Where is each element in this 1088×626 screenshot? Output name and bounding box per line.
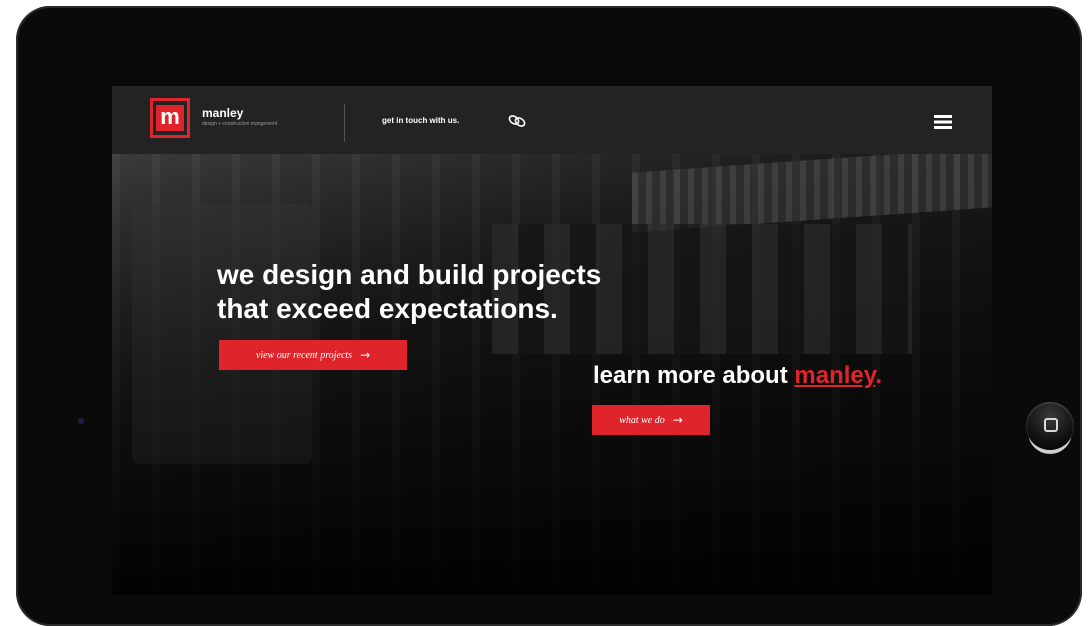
hero-headline: we design and build projects that exceed… [217,258,601,326]
headline-line-2: that exceed expectations. [217,293,558,324]
learn-manley-link[interactable]: manley [794,362,875,389]
brand-tagline: design + construction mangement [202,121,278,127]
arrow-right-icon: → [672,413,683,427]
top-navbar: m manley design + construction mangement… [112,86,992,154]
headline-line-1: we design and build projects [217,259,602,290]
learn-more-heading: learn more about manley. [593,362,882,390]
camera-dot [78,418,84,424]
website-screen: m manley design + construction mangement… [112,86,992,595]
ceiling-ornament [632,147,992,233]
nav-divider [344,104,345,142]
home-button[interactable] [1026,402,1074,450]
arrow-right-icon: → [360,348,371,362]
what-we-do-button[interactable]: what we do → [592,405,710,435]
logo-letter: m [156,105,184,131]
view-projects-label: view our recent projects [255,349,353,361]
view-projects-button[interactable]: view our recent projects → [219,340,407,370]
logo[interactable]: m [150,98,190,138]
table-silhouette [132,204,312,464]
what-we-do-label: what we do [619,414,665,426]
contact-link[interactable]: get in touch with us. [382,116,459,125]
link-icon[interactable] [508,114,526,128]
learn-prefix: learn more about [593,362,795,389]
home-square-icon [1044,418,1058,432]
brand-name[interactable]: manley [202,106,243,120]
learn-suffix: . [875,362,882,389]
hamburger-menu-icon[interactable] [934,115,952,129]
